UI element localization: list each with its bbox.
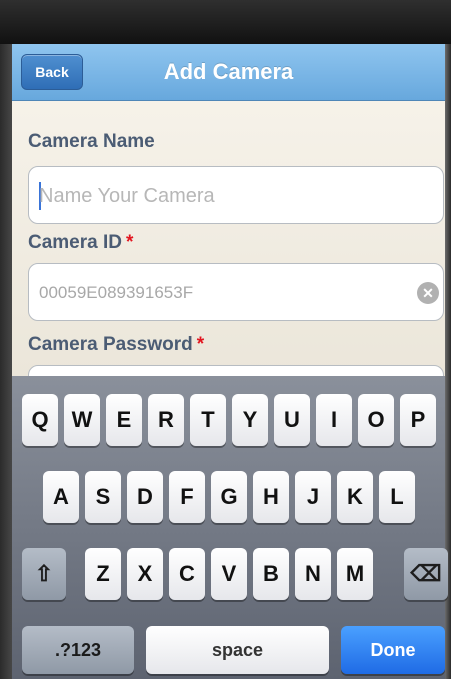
key-q[interactable]: Q	[22, 394, 58, 446]
key-c[interactable]: C	[169, 548, 205, 600]
clear-icon[interactable]: ✕	[417, 282, 439, 304]
required-marker: *	[126, 232, 134, 253]
camera-name-field[interactable]: Name Your Camera	[28, 166, 444, 224]
key-v[interactable]: V	[211, 548, 247, 600]
key-o[interactable]: O	[358, 394, 394, 446]
camera-password-label-text: Camera Password	[28, 334, 193, 355]
key-h[interactable]: H	[253, 471, 289, 523]
key-w[interactable]: W	[64, 394, 100, 446]
camera-name-label: Camera Name	[28, 131, 155, 153]
key-i[interactable]: I	[316, 394, 352, 446]
top-frame	[0, 0, 451, 44]
space-key[interactable]: space	[146, 626, 329, 674]
key-d[interactable]: D	[127, 471, 163, 523]
backspace-icon: ⌫	[410, 561, 442, 586]
key-a[interactable]: A	[43, 471, 79, 523]
key-g[interactable]: G	[211, 471, 247, 523]
key-z[interactable]: Z	[85, 548, 121, 600]
keyboard: Q W E R T Y U I O P A S D F G H J K L ⇧ …	[12, 376, 448, 679]
shift-icon: ⇧	[34, 561, 54, 586]
key-j[interactable]: J	[295, 471, 331, 523]
camera-id-label: Camera ID *	[28, 232, 133, 254]
key-u[interactable]: U	[274, 394, 310, 446]
camera-id-label-text: Camera ID	[28, 232, 122, 253]
key-x[interactable]: X	[127, 548, 163, 600]
backspace-key[interactable]: ⌫	[404, 548, 448, 600]
key-s[interactable]: S	[85, 471, 121, 523]
navigation-bar: Add Camera Back	[12, 44, 445, 101]
camera-id-field[interactable]: 00059E089391653F ✕	[28, 263, 444, 321]
camera-password-label: Camera Password *	[28, 334, 204, 356]
key-k[interactable]: K	[337, 471, 373, 523]
shift-key[interactable]: ⇧	[22, 548, 66, 600]
phone-screen: Add Camera Back Camera Name Name Your Ca…	[0, 0, 451, 679]
back-button[interactable]: Back	[21, 54, 83, 90]
key-n[interactable]: N	[295, 548, 331, 600]
key-t[interactable]: T	[190, 394, 226, 446]
key-f[interactable]: F	[169, 471, 205, 523]
key-y[interactable]: Y	[232, 394, 268, 446]
camera-name-placeholder: Name Your Camera	[39, 184, 215, 207]
done-key[interactable]: Done	[341, 626, 445, 674]
key-r[interactable]: R	[148, 394, 184, 446]
add-camera-form: Camera Name Name Your Camera Camera ID * …	[12, 101, 445, 423]
camera-id-value: 00059E089391653F	[39, 283, 194, 302]
key-p[interactable]: P	[400, 394, 436, 446]
required-marker: *	[196, 334, 205, 355]
key-e[interactable]: E	[106, 394, 142, 446]
key-l[interactable]: L	[379, 471, 415, 523]
mode-switch-key[interactable]: .?123	[22, 626, 134, 674]
camera-name-label-text: Camera Name	[28, 131, 155, 152]
left-frame-edge	[0, 44, 12, 679]
key-m[interactable]: M	[337, 548, 373, 600]
key-b[interactable]: B	[253, 548, 289, 600]
